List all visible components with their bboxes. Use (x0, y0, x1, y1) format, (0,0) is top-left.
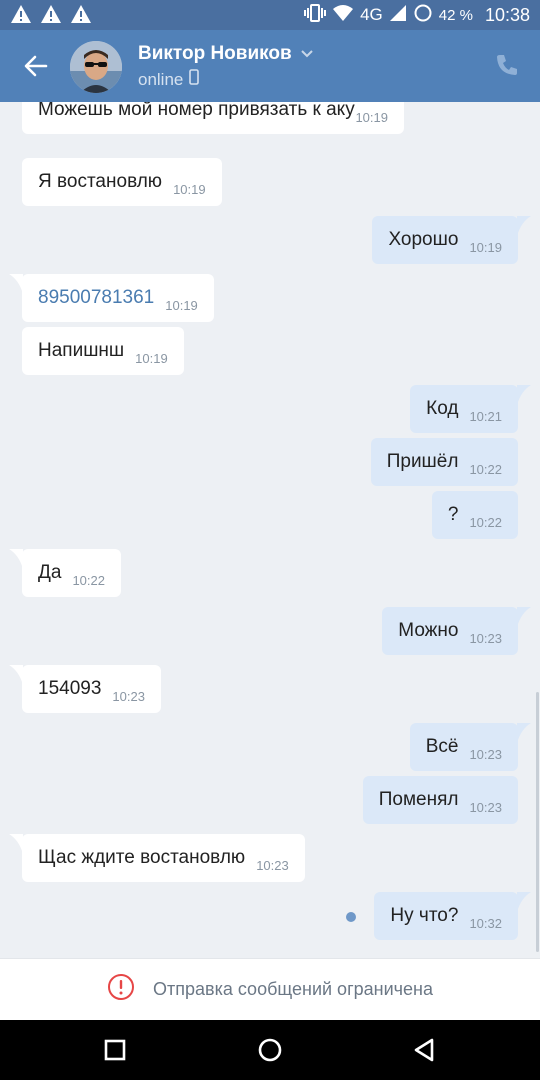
home-circle-icon[interactable] (255, 1035, 285, 1065)
status-bar: 4G 42 % 10:38 (0, 0, 540, 30)
mobile-icon (189, 69, 200, 90)
back-triangle-icon[interactable] (410, 1035, 440, 1065)
avatar[interactable] (70, 41, 122, 93)
phone-link[interactable]: 89500781361 (38, 287, 154, 309)
vibrate-icon (304, 3, 327, 28)
data-saver-icon (413, 3, 433, 28)
message-outgoing[interactable]: Поменял 10:23 (362, 776, 518, 824)
contact-status: online (138, 69, 200, 90)
warning-icon (10, 4, 32, 24)
message-outgoing[interactable]: Хорошо 10:19 (372, 216, 531, 264)
chat-header: Виктор Новиков online (0, 30, 540, 102)
contact-name[interactable]: Виктор Новиков (138, 43, 314, 65)
message-outgoing[interactable]: Можно 10:23 (382, 607, 531, 655)
back-arrow-icon[interactable] (22, 52, 50, 80)
message-incoming[interactable]: Да 10:22 (9, 549, 121, 597)
message-outgoing[interactable]: Код 10:21 (410, 385, 531, 433)
unread-indicator (346, 912, 356, 922)
wifi-icon (332, 4, 354, 27)
message-outgoing[interactable]: Всё 10:23 (409, 723, 531, 771)
contact-name-text: Виктор Новиков (138, 43, 292, 64)
message-outgoing[interactable]: ? 10:22 (431, 491, 518, 539)
alert-circle-icon (107, 973, 135, 1006)
message-outgoing[interactable]: Пришёл 10:22 (370, 438, 518, 486)
chevron-down-icon (300, 43, 314, 65)
warning-icon (70, 4, 92, 24)
clock: 10:38 (484, 4, 530, 25)
message-incoming[interactable]: 154093 10:23 (9, 665, 161, 713)
scrollbar[interactable] (536, 692, 539, 952)
status-text: online (138, 69, 184, 89)
message-incoming[interactable]: 89500781361 10:19 (9, 274, 214, 322)
recents-square-icon[interactable] (100, 1035, 130, 1065)
signal-icon (389, 4, 407, 27)
restriction-bar: Отправка сообщений ограничена (0, 958, 540, 1020)
message-incoming[interactable]: Щас ждите востановлю 10:23 (9, 834, 305, 882)
message-incoming[interactable]: Можешь мой номер привязать к аку 10:19 (22, 102, 404, 134)
system-nav-bar (0, 1020, 540, 1080)
message-outgoing[interactable]: Ну что? 10:32 (374, 892, 531, 940)
message-incoming[interactable]: Напишнш 10:19 (22, 327, 184, 375)
network-type: 4G (360, 5, 383, 24)
message-incoming[interactable]: Я востановлю 10:19 (22, 158, 222, 206)
battery-level: 42 % (438, 6, 473, 24)
restriction-text: Отправка сообщений ограничена (153, 979, 433, 999)
message-list[interactable]: Можешь мой номер привязать к аку 10:19 Я… (0, 102, 540, 958)
warning-icon (40, 4, 62, 24)
phone-icon[interactable] (494, 52, 520, 78)
